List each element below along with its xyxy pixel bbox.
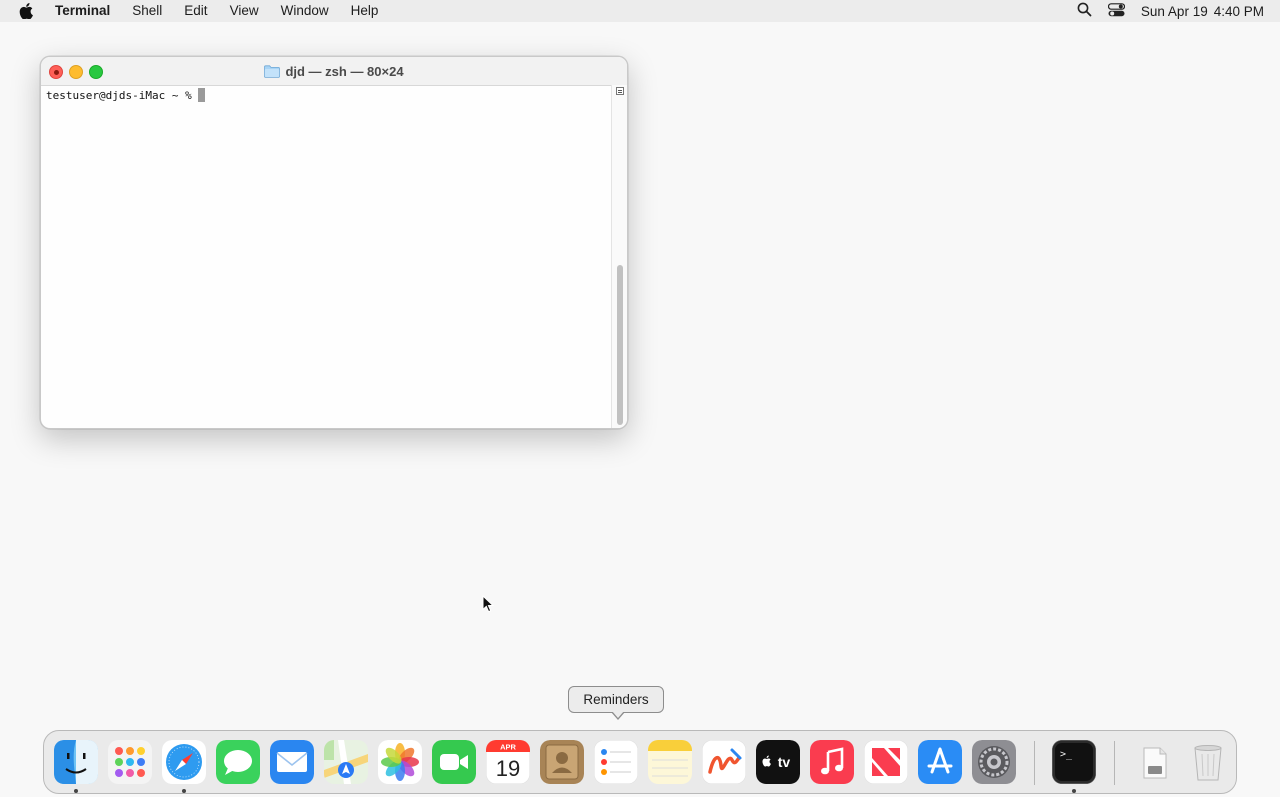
menu-time: 4:40 PM [1213,3,1264,19]
menu-app-name[interactable]: Terminal [52,0,121,22]
music-icon[interactable] [810,740,854,784]
calendar-icon[interactable]: APR 19 [486,740,530,784]
menu-bar: Terminal Shell Edit View Window Help Sun… [0,0,1280,22]
dock-tooltip: Reminders [568,686,664,713]
window-title: djd — zsh — 80×24 [285,63,404,79]
menu-shell[interactable]: Shell [121,0,173,22]
text-cursor [197,88,205,102]
terminal-running-indicator [1072,789,1076,793]
control-center-icon[interactable] [1107,2,1126,20]
terminal-window[interactable]: djd — zsh — 80×24 testuser@djds-iMac ~ % [40,56,628,429]
downloads-stack-icon[interactable] [1132,740,1176,784]
menu-help[interactable]: Help [340,0,390,22]
tooltip-arrow [611,711,625,720]
news-icon[interactable] [864,740,908,784]
freeform-icon[interactable] [702,740,746,784]
menu-edit[interactable]: Edit [173,0,218,22]
safari-icon[interactable] [162,740,206,784]
dock-separator [1034,741,1035,785]
finder-icon[interactable] [54,740,98,784]
mouse-pointer-icon [482,594,494,618]
terminal-content[interactable]: testuser@djds-iMac ~ % [41,85,627,428]
photos-icon[interactable] [378,740,422,784]
apple-menu-icon[interactable] [0,3,52,19]
safari-running-indicator [182,789,186,793]
reminders-icon[interactable] [594,740,638,784]
app-store-icon[interactable] [918,740,962,784]
trash-icon[interactable] [1186,740,1230,784]
calendar-day: 19 [496,756,520,781]
facetime-icon[interactable] [432,740,476,784]
maps-icon[interactable] [324,740,368,784]
system-settings-icon[interactable] [972,740,1016,784]
menu-window[interactable]: Window [270,0,340,22]
dock-separator [1114,741,1115,785]
window-titlebar[interactable]: djd — zsh — 80×24 [41,57,627,86]
tv-label: tv [778,754,791,770]
menu-view[interactable]: View [219,0,270,22]
dock: APR 19 tv >_ [43,730,1237,794]
mail-icon[interactable] [270,740,314,784]
contacts-icon[interactable] [540,740,584,784]
scroll-thumb[interactable] [617,265,623,425]
tv-icon[interactable]: tv [756,740,800,784]
spotlight-search-icon[interactable] [1077,2,1092,20]
menu-date: Sun Apr 19 [1140,3,1208,19]
shell-prompt: testuser@djds-iMac ~ % [46,88,192,102]
finder-running-indicator [74,789,78,793]
terminal-icon[interactable]: >_ [1052,740,1096,784]
vertical-scrollbar[interactable] [611,85,627,428]
calendar-month: APR [500,743,516,752]
svg-text:>_: >_ [1060,749,1073,760]
split-pane-icon[interactable] [616,87,624,95]
launchpad-icon[interactable] [108,740,152,784]
notes-icon[interactable] [648,740,692,784]
messages-icon[interactable] [216,740,260,784]
menu-clock[interactable]: Sun Apr 19 4:40 PM [1141,4,1264,19]
folder-icon [264,64,281,78]
